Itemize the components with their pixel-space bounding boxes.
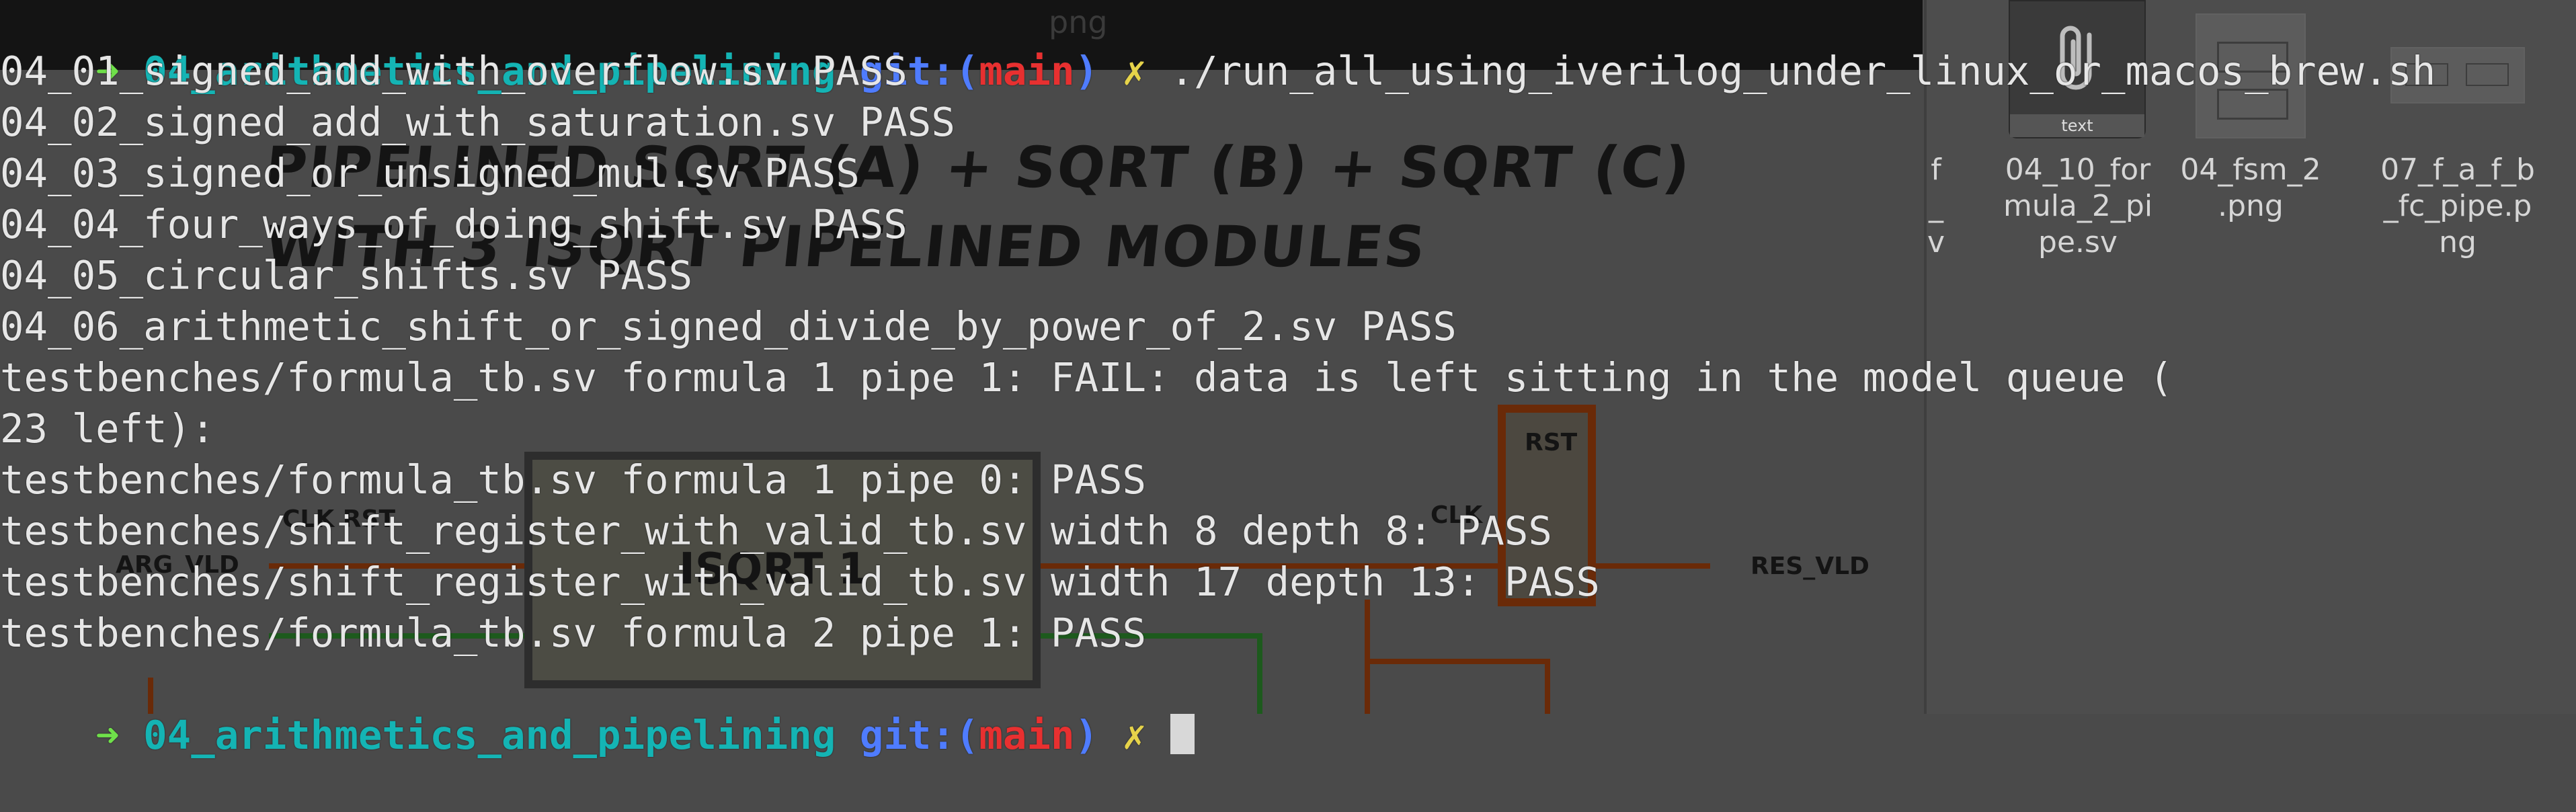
prompt-line-command[interactable]: ➜ 04_arithmetics_and_pipelining git:(mai… (0, 0, 2436, 94)
output-line: testbenches/formula_tb.sv formula 1 pipe… (0, 354, 2173, 401)
prompt-git-close: ) (1074, 48, 1099, 94)
output-line: testbenches/formula_tb.sv formula 1 pipe… (0, 456, 1147, 503)
prompt-branch: main (979, 712, 1075, 758)
terminal-window[interactable]: png ➜ 04_arithmetics_and_pipelining git:… (0, 0, 2576, 758)
output-line: testbenches/shift_register_with_valid_tb… (0, 508, 1552, 554)
prompt-branch: main (979, 48, 1075, 94)
text-cursor[interactable] (1170, 714, 1195, 754)
output-line: 04_03_signed_or_unsigned_mul.sv PASS (0, 150, 860, 196)
output-line: 23 left): (0, 405, 215, 452)
output-line: testbenches/formula_tb.sv formula 2 pipe… (0, 610, 1147, 656)
output-line: testbenches/shift_register_with_valid_tb… (0, 559, 1600, 605)
output-line: 04_02_signed_add_with_saturation.sv PASS (0, 99, 955, 145)
output-line: 04_06_arithmetic_shift_or_signed_divide_… (0, 303, 1457, 350)
prompt-arrow: ➜ (95, 712, 120, 758)
prompt-git-label: git:( (859, 712, 979, 758)
prompt-git-close: ) (1074, 712, 1099, 758)
prompt-line-current[interactable]: ➜ 04_arithmetics_and_pipelining git:(mai… (0, 659, 1195, 758)
entered-command: ./run_all_using_iverilog_under_linux_or_… (1170, 48, 2436, 94)
prompt-dirty-mark: ✗ (1122, 712, 1147, 758)
output-line: 04_01_signed_add_with_overflow.sv PASS (0, 48, 908, 94)
prompt-directory: 04_arithmetics_and_pipelining (143, 712, 836, 758)
output-line: 04_04_four_ways_of_doing_shift.sv PASS (0, 201, 908, 247)
output-line: 04_05_circular_shifts.sv PASS (0, 252, 693, 298)
prompt-dirty-mark: ✗ (1122, 48, 1147, 94)
